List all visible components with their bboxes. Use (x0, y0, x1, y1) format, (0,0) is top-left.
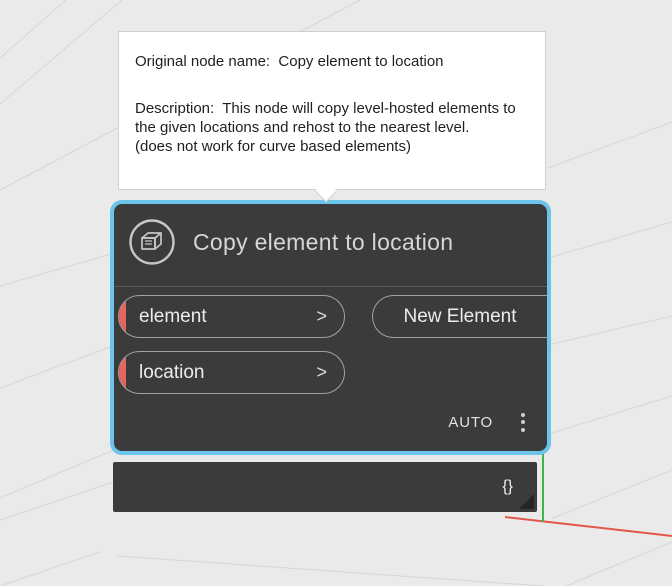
node-editor-canvas[interactable]: Original node name: Copy element to loca… (0, 0, 672, 586)
kebab-menu-icon[interactable] (519, 411, 527, 434)
chevron-right-icon: > (316, 362, 327, 382)
output-port-new-element[interactable]: New Element (372, 295, 547, 338)
node-copy-element-to-location[interactable]: Copy element to location element > locat… (110, 200, 551, 455)
tooltip-description: Description: This node will copy level-h… (135, 100, 516, 155)
node-body: Copy element to location element > locat… (114, 204, 547, 451)
lacing-mode-button[interactable]: AUTO (448, 414, 493, 431)
unconnected-port-marker (119, 296, 126, 337)
input-port-element[interactable]: element > (118, 295, 345, 338)
tooltip-original-name: Original node name: Copy element to loca… (135, 53, 444, 70)
unconnected-port-marker (119, 352, 126, 393)
input-port-label: element (139, 305, 207, 327)
input-port-location[interactable]: location > (118, 351, 345, 394)
preview-bubble[interactable]: {} (113, 462, 537, 512)
node-header: Copy element to location (128, 218, 453, 266)
chevron-right-icon: > (316, 306, 327, 326)
node-title: Copy element to location (193, 228, 454, 255)
node-tooltip: Original node name: Copy element to loca… (118, 31, 546, 190)
input-port-label: location (139, 361, 205, 383)
x-axis-line (504, 516, 672, 537)
node-footer: AUTO (114, 400, 547, 444)
preview-value: {} (502, 478, 513, 495)
custom-node-icon (128, 218, 176, 266)
preview-expand-handle[interactable] (519, 494, 534, 509)
node-header-divider (114, 286, 547, 287)
output-port-label: New Element (403, 305, 517, 327)
